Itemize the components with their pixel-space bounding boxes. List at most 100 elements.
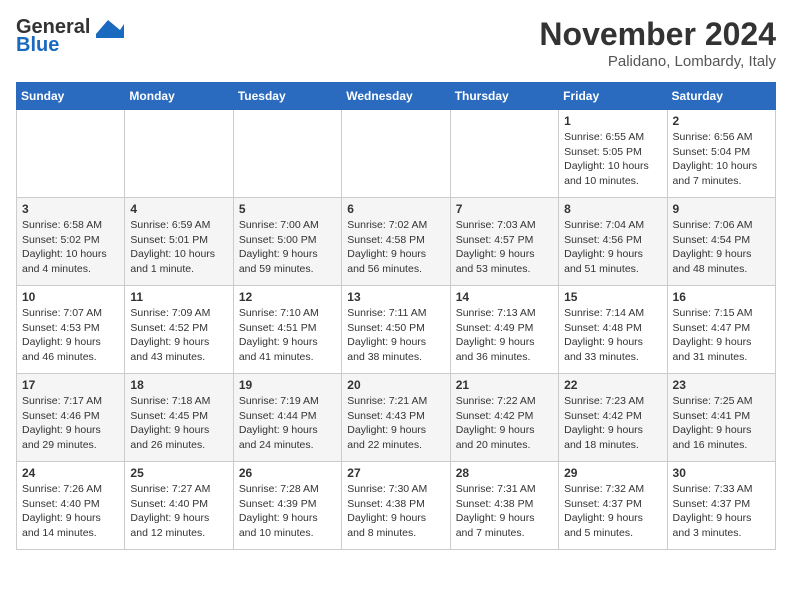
month-title: November 2024 [539,16,776,53]
day-info: Sunrise: 6:56 AM Sunset: 5:04 PM Dayligh… [673,130,770,189]
day-number: 27 [347,466,444,480]
calendar-cell: 18 Sunrise: 7:18 AM Sunset: 4:45 PM Dayli… [125,374,233,462]
day-info: Sunrise: 6:55 AM Sunset: 5:05 PM Dayligh… [564,130,661,189]
calendar-week-row: 3 Sunrise: 6:58 AM Sunset: 5:02 PM Daylig… [17,198,776,286]
day-info: Sunrise: 7:31 AM Sunset: 4:38 PM Dayligh… [456,482,553,541]
calendar-week-row: 1 Sunrise: 6:55 AM Sunset: 5:05 PM Daylig… [17,110,776,198]
day-info: Sunrise: 7:17 AM Sunset: 4:46 PM Dayligh… [22,394,119,453]
calendar-cell [17,110,125,198]
day-info: Sunrise: 7:32 AM Sunset: 4:37 PM Dayligh… [564,482,661,541]
day-info: Sunrise: 7:15 AM Sunset: 4:47 PM Dayligh… [673,306,770,365]
calendar-cell: 13 Sunrise: 7:11 AM Sunset: 4:50 PM Dayli… [342,286,450,374]
day-info: Sunrise: 7:11 AM Sunset: 4:50 PM Dayligh… [347,306,444,365]
calendar-cell: 2 Sunrise: 6:56 AM Sunset: 5:04 PM Daylig… [667,110,775,198]
day-number: 3 [22,202,119,216]
calendar-header-row: SundayMondayTuesdayWednesdayThursdayFrid… [17,83,776,110]
day-number: 13 [347,290,444,304]
day-number: 11 [130,290,227,304]
day-number: 22 [564,378,661,392]
day-number: 18 [130,378,227,392]
day-number: 17 [22,378,119,392]
calendar-cell: 17 Sunrise: 7:17 AM Sunset: 4:46 PM Dayli… [17,374,125,462]
calendar-cell: 26Sunrise: 7:28 AM Sunset: 4:39 PM Dayli… [233,462,341,550]
calendar-cell: 8Sunrise: 7:04 AM Sunset: 4:56 PM Daylig… [559,198,667,286]
day-info: Sunrise: 7:33 AM Sunset: 4:37 PM Dayligh… [673,482,770,541]
day-number: 28 [456,466,553,480]
day-info: Sunrise: 7:09 AM Sunset: 4:52 PM Dayligh… [130,306,227,365]
day-number: 21 [456,378,553,392]
day-number: 16 [673,290,770,304]
weekday-header: Saturday [667,83,775,110]
day-info: Sunrise: 7:25 AM Sunset: 4:41 PM Dayligh… [673,394,770,453]
calendar-cell: 23 Sunrise: 7:25 AM Sunset: 4:41 PM Dayli… [667,374,775,462]
calendar-week-row: 17 Sunrise: 7:17 AM Sunset: 4:46 PM Dayli… [17,374,776,462]
logo-blue-text: Blue [16,34,59,57]
day-info: Sunrise: 7:27 AM Sunset: 4:40 PM Dayligh… [130,482,227,541]
day-info: Sunrise: 7:14 AM Sunset: 4:48 PM Dayligh… [564,306,661,365]
logo-icon [92,16,124,38]
calendar-cell: 9 Sunrise: 7:06 AM Sunset: 4:54 PM Daylig… [667,198,775,286]
calendar-week-row: 24 Sunrise: 7:26 AM Sunset: 4:40 PM Dayli… [17,462,776,550]
day-number: 2 [673,114,770,128]
weekday-header: Sunday [17,83,125,110]
day-info: Sunrise: 6:58 AM Sunset: 5:02 PM Dayligh… [22,218,119,277]
calendar-cell: 1 Sunrise: 6:55 AM Sunset: 5:05 PM Daylig… [559,110,667,198]
day-number: 15 [564,290,661,304]
calendar-cell: 6 Sunrise: 7:02 AM Sunset: 4:58 PM Daylig… [342,198,450,286]
day-info: Sunrise: 7:18 AM Sunset: 4:45 PM Dayligh… [130,394,227,453]
day-info: Sunrise: 7:00 AM Sunset: 5:00 PM Dayligh… [239,218,336,277]
day-info: Sunrise: 6:59 AM Sunset: 5:01 PM Dayligh… [130,218,227,277]
weekday-header: Thursday [450,83,558,110]
weekday-header: Monday [125,83,233,110]
day-number: 30 [673,466,770,480]
day-number: 25 [130,466,227,480]
day-info: Sunrise: 7:06 AM Sunset: 4:54 PM Dayligh… [673,218,770,277]
day-number: 5 [239,202,336,216]
page-header: General Blue November 2024 Palidano, Lom… [16,16,776,70]
calendar-cell: 11 Sunrise: 7:09 AM Sunset: 4:52 PM Dayli… [125,286,233,374]
calendar-cell: 15 Sunrise: 7:14 AM Sunset: 4:48 PM Dayli… [559,286,667,374]
calendar-week-row: 10Sunrise: 7:07 AM Sunset: 4:53 PM Dayli… [17,286,776,374]
day-number: 26 [239,466,336,480]
calendar-cell: 22 Sunrise: 7:23 AM Sunset: 4:42 PM Dayli… [559,374,667,462]
day-info: Sunrise: 7:02 AM Sunset: 4:58 PM Dayligh… [347,218,444,277]
calendar-cell: 4 Sunrise: 6:59 AM Sunset: 5:01 PM Daylig… [125,198,233,286]
calendar-cell: 12Sunrise: 7:10 AM Sunset: 4:51 PM Dayli… [233,286,341,374]
day-number: 23 [673,378,770,392]
calendar-cell [342,110,450,198]
day-info: Sunrise: 7:26 AM Sunset: 4:40 PM Dayligh… [22,482,119,541]
logo: General Blue [16,16,124,57]
calendar-cell: 3 Sunrise: 6:58 AM Sunset: 5:02 PM Daylig… [17,198,125,286]
weekday-header: Tuesday [233,83,341,110]
calendar-table: SundayMondayTuesdayWednesdayThursdayFrid… [16,82,776,550]
day-info: Sunrise: 7:04 AM Sunset: 4:56 PM Dayligh… [564,218,661,277]
calendar-cell [125,110,233,198]
day-info: Sunrise: 7:10 AM Sunset: 4:51 PM Dayligh… [239,306,336,365]
day-info: Sunrise: 7:23 AM Sunset: 4:42 PM Dayligh… [564,394,661,453]
weekday-header: Friday [559,83,667,110]
calendar-cell: 30 Sunrise: 7:33 AM Sunset: 4:37 PM Dayli… [667,462,775,550]
calendar-cell: 29Sunrise: 7:32 AM Sunset: 4:37 PM Dayli… [559,462,667,550]
day-number: 20 [347,378,444,392]
day-number: 1 [564,114,661,128]
day-info: Sunrise: 7:03 AM Sunset: 4:57 PM Dayligh… [456,218,553,277]
calendar-cell: 14Sunrise: 7:13 AM Sunset: 4:49 PM Dayli… [450,286,558,374]
day-number: 6 [347,202,444,216]
calendar-cell: 25 Sunrise: 7:27 AM Sunset: 4:40 PM Dayli… [125,462,233,550]
calendar-cell: 27Sunrise: 7:30 AM Sunset: 4:38 PM Dayli… [342,462,450,550]
weekday-header: Wednesday [342,83,450,110]
calendar-cell: 24 Sunrise: 7:26 AM Sunset: 4:40 PM Dayli… [17,462,125,550]
day-number: 4 [130,202,227,216]
calendar-cell: 21Sunrise: 7:22 AM Sunset: 4:42 PM Dayli… [450,374,558,462]
location-subtitle: Palidano, Lombardy, Italy [539,53,776,70]
day-info: Sunrise: 7:19 AM Sunset: 4:44 PM Dayligh… [239,394,336,453]
day-number: 9 [673,202,770,216]
calendar-cell [450,110,558,198]
calendar-cell [233,110,341,198]
calendar-cell: 28 Sunrise: 7:31 AM Sunset: 4:38 PM Dayli… [450,462,558,550]
calendar-cell: 7 Sunrise: 7:03 AM Sunset: 4:57 PM Daylig… [450,198,558,286]
day-number: 10 [22,290,119,304]
day-number: 14 [456,290,553,304]
day-number: 24 [22,466,119,480]
day-number: 7 [456,202,553,216]
